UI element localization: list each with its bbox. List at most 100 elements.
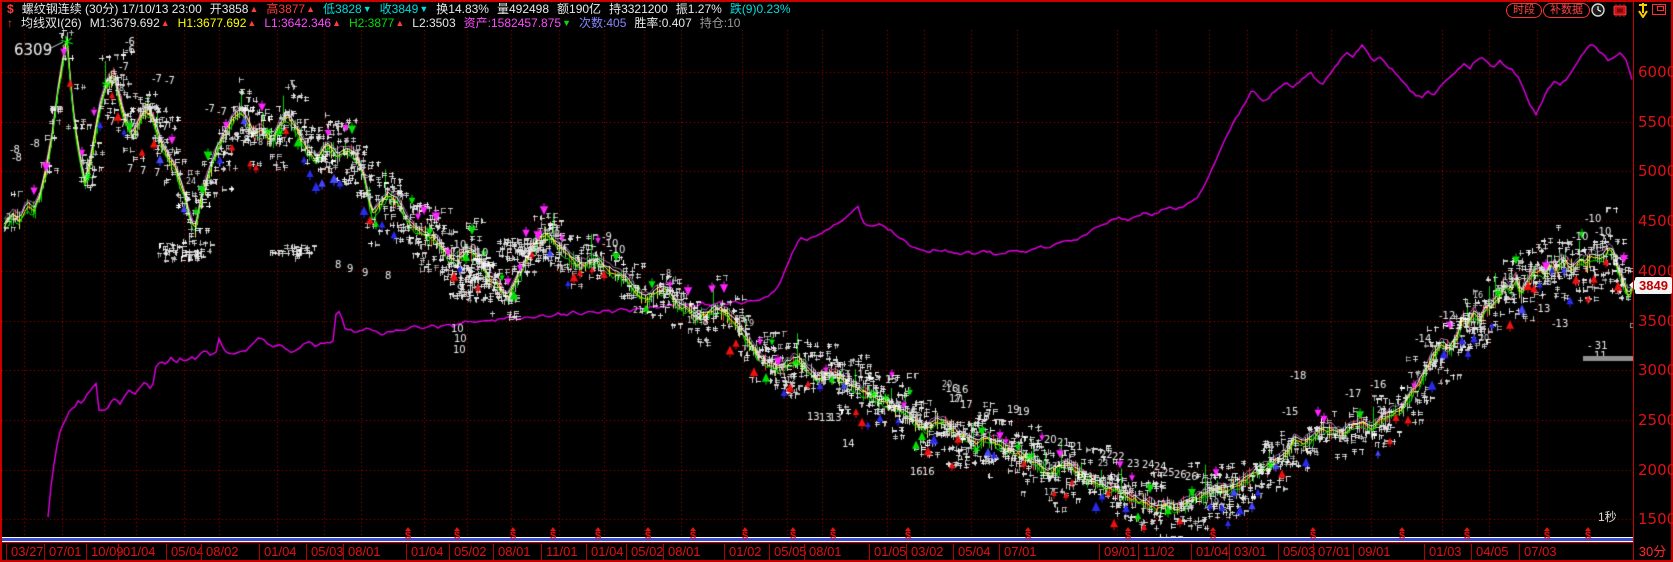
date-label: 08/01 bbox=[343, 544, 381, 560]
date-label: 03/01 bbox=[1229, 544, 1267, 560]
quote-field: 持3321200 bbox=[609, 2, 668, 16]
date-label: 03/27 bbox=[6, 544, 44, 560]
axis-divider bbox=[1633, 2, 1634, 560]
dollar-event-marker: $ bbox=[740, 524, 750, 542]
y-axis-label: 5000 bbox=[1638, 162, 1673, 181]
quote-field: H2:3877 ▲ bbox=[348, 16, 405, 30]
quote-field: 额190亿 bbox=[557, 2, 602, 16]
dollar-event-marker: $ bbox=[1542, 524, 1552, 542]
quote-field: 持仓:10 bbox=[699, 16, 741, 30]
quote-field: 高3877 ▲ bbox=[266, 2, 316, 16]
y-axis-label: 3500 bbox=[1638, 311, 1673, 330]
quote-field: 收3849 ▼ bbox=[379, 2, 429, 16]
y-axis-label: 2500 bbox=[1638, 410, 1673, 429]
date-label: 01/04 bbox=[259, 544, 297, 560]
trading-app-window: $ 螺纹钢连续 (30分) 17/10/13 23:00 开3858 ▲ 高3877 ▲ 低… bbox=[0, 0, 1673, 562]
quote-field: M1:3679.692 ▲ bbox=[89, 16, 170, 30]
dollar-event-marker: $ bbox=[1583, 524, 1593, 542]
date-label: 08/02 bbox=[201, 544, 239, 560]
quote-field: 次数:405 bbox=[579, 16, 627, 30]
dollar-event-marker: $ bbox=[788, 524, 798, 542]
date-label: 01/04 bbox=[406, 544, 444, 560]
down-arrow-icon: ▼ bbox=[419, 3, 429, 14]
y-axis-label: 3000 bbox=[1638, 361, 1673, 380]
dollar-event-marker: $ bbox=[688, 524, 698, 542]
dollar-event-marker: $ bbox=[1208, 524, 1218, 542]
current-price-tag: 3849 bbox=[1629, 276, 1672, 294]
time-range-button[interactable]: 时段 bbox=[1506, 3, 1542, 18]
dollar-event-marker: $ bbox=[508, 524, 518, 542]
up-arrow-icon: ▲ bbox=[306, 3, 316, 14]
indicator-info-row: ↑ 均线双I(26) M1:3679.692 ▲ H1:3677.692 ▲ L1:3642… bbox=[7, 16, 740, 30]
date-label: 04/05 bbox=[1471, 544, 1509, 560]
dollar-event-marker: $ bbox=[1308, 524, 1318, 542]
dollar-event-marker: $ bbox=[1462, 524, 1472, 542]
date-label: 05/03 bbox=[306, 544, 344, 560]
date-label: 07/03 bbox=[1519, 544, 1557, 560]
dollar-event-marker: $ bbox=[1023, 524, 1033, 542]
date-label: 05/02 bbox=[449, 544, 487, 560]
quote-field: 量492498 bbox=[496, 2, 550, 16]
period-box[interactable]: 30分 bbox=[1634, 543, 1671, 560]
down-arrow-icon: ▼ bbox=[562, 17, 572, 28]
dollar-event-marker: $ bbox=[643, 524, 653, 542]
quote-info-row: $ 螺纹钢连续 (30分) 17/10/13 23:00 开3858 ▲ 高3877 ▲ 低… bbox=[7, 2, 791, 16]
anchor-icon[interactable] bbox=[1637, 2, 1649, 23]
trend-up-icon: ↑ bbox=[7, 16, 13, 30]
up-arrow-icon: ▲ bbox=[249, 3, 259, 14]
quote-field: 跌(9)0.23% bbox=[729, 2, 791, 16]
quote-field: H1:3677.692 ▲ bbox=[177, 16, 257, 30]
date-label: 05/03 bbox=[1278, 544, 1316, 560]
date-label: 07/01 bbox=[1313, 544, 1351, 560]
date-label: 11/01 bbox=[541, 544, 578, 560]
up-arrow-icon: ▲ bbox=[395, 17, 405, 28]
date-label: 05/05 bbox=[769, 544, 807, 560]
dollar-event-marker: $ bbox=[828, 524, 838, 542]
y-axis-label: 5500 bbox=[1638, 112, 1673, 131]
date-label: 08/01 bbox=[663, 544, 701, 560]
window-restore-icon[interactable] bbox=[1652, 4, 1666, 15]
y-axis-label: 6000 bbox=[1638, 63, 1673, 81]
date-label: 01/04 bbox=[118, 544, 156, 560]
dollar-event-marker: $ bbox=[403, 524, 413, 542]
fill-data-button[interactable]: 补数据 bbox=[1543, 3, 1590, 18]
chip-icon[interactable] bbox=[1611, 4, 1629, 22]
date-label: 01/04 bbox=[1191, 544, 1229, 560]
quote-field: 胜率:0.407 bbox=[634, 16, 692, 30]
quote-field: 振1.27% bbox=[675, 2, 722, 16]
clock-icon[interactable] bbox=[1591, 3, 1605, 22]
date-label: 09/01 bbox=[1099, 544, 1137, 560]
date-label: 01/02 bbox=[724, 544, 762, 560]
date-label: 08/01 bbox=[493, 544, 531, 560]
y-axis-label: 2000 bbox=[1638, 460, 1673, 479]
dollar-event-marker: $ bbox=[1397, 524, 1407, 542]
date-label: 11/02 bbox=[1138, 544, 1175, 560]
dollar-event-marker: $ bbox=[903, 524, 913, 542]
date-label: 01/03 bbox=[1424, 544, 1462, 560]
date-label: 05/04 bbox=[166, 544, 204, 560]
date-label: 08/01 bbox=[804, 544, 842, 560]
quote-field: L2:3503 bbox=[412, 16, 456, 30]
date-label: 03/02 bbox=[906, 544, 944, 560]
date-label: 01/04 bbox=[586, 544, 624, 560]
quote-field: L1:3642.346 ▲ bbox=[264, 16, 341, 30]
date-label: 05/02 bbox=[626, 544, 664, 560]
date-label: 01/05 bbox=[869, 544, 907, 560]
dollar-event-marker: $ bbox=[452, 524, 462, 542]
date-label: 07/01 bbox=[999, 544, 1037, 560]
date-label: 07/01 bbox=[44, 544, 82, 560]
y-axis-label: 1500 bbox=[1638, 510, 1673, 529]
down-arrow-icon: ▼ bbox=[362, 3, 372, 14]
dollar-event-marker: $ bbox=[1123, 524, 1133, 542]
dollar-event-marker: $ bbox=[548, 524, 558, 542]
instrument-icon: $ bbox=[7, 2, 14, 16]
up-arrow-icon: ▲ bbox=[247, 17, 257, 28]
quote-field: 开3858 ▲ bbox=[209, 2, 259, 16]
quote-field: 均线双I(26) bbox=[21, 16, 82, 30]
price-chart-canvas[interactable] bbox=[2, 30, 1633, 538]
up-arrow-icon: ▲ bbox=[160, 17, 170, 28]
quote-field: 资产:1582457.875 ▼ bbox=[463, 16, 572, 30]
quote-field: 低3828 ▼ bbox=[323, 2, 372, 16]
quote-field: 螺纹钢连续 (30分) 17/10/13 23:00 bbox=[21, 2, 202, 16]
date-label: 09/01 bbox=[1353, 544, 1391, 560]
